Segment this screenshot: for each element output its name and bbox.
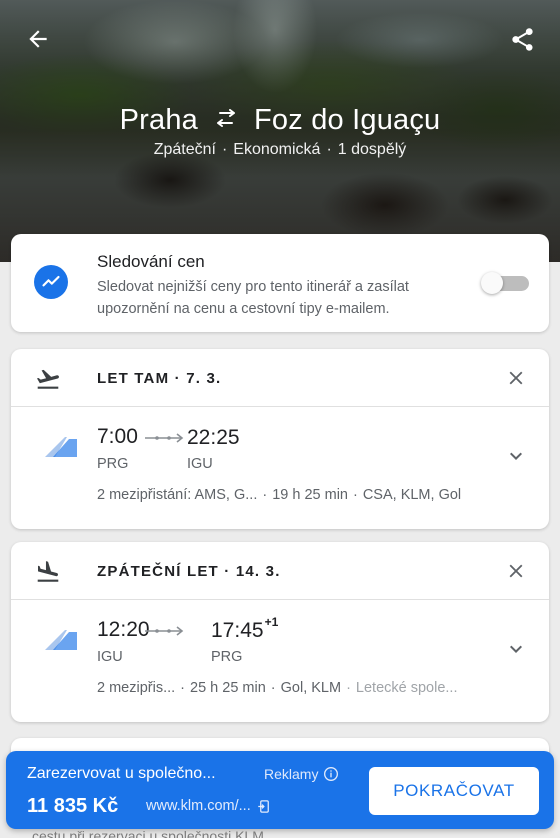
booking-footnote: cestu při rezervaci u společnosti KLM: [32, 828, 264, 838]
price-tracking-toggle[interactable]: [481, 272, 531, 294]
booking-label: Zarezervovat u společno...: [27, 765, 216, 782]
destination-city: Foz do Iguaçu: [254, 103, 441, 136]
share-button[interactable]: [500, 17, 544, 61]
outbound-stops: 2 mezipřistání: AMS, G...: [97, 487, 258, 503]
passenger-count: 1 dospělý: [337, 141, 407, 158]
outbound-title: LET TAM · 7. 3.: [97, 370, 222, 387]
share-icon: [511, 27, 533, 51]
trip-type: Zpáteční: [153, 141, 216, 158]
booking-site[interactable]: www.klm.com/...: [146, 798, 272, 814]
outbound-airlines: CSA, KLM, Gol: [362, 487, 462, 503]
takeoff-icon: [36, 369, 59, 389]
trending-icon-badge: [34, 265, 68, 299]
return-header: ZPÁTEČNÍ LET · 14. 3.: [11, 542, 549, 600]
flight-arrow-icon: [145, 433, 184, 443]
outbound-departure-airport: PRG: [97, 456, 129, 472]
return-departure-airport: IGU: [97, 649, 123, 665]
cabin-class: Ekonomická: [233, 141, 321, 158]
origin-city: Praha: [119, 103, 198, 136]
outbound-expand-button[interactable]: [501, 441, 531, 471]
return-flight-card: ZPÁTEČNÍ LET · 14. 3. 12:20 17:45+1 IGU …: [11, 542, 549, 722]
outbound-flight-card: LET TAM · 7. 3. 7:00 22:25 PRG IGU 2 mez…: [11, 349, 549, 529]
return-expand-button[interactable]: [501, 634, 531, 664]
return-title: ZPÁTEČNÍ LET · 14. 3.: [97, 563, 281, 580]
swap-arrows-icon: [217, 109, 235, 127]
arrow-left-icon: [29, 30, 47, 48]
return-arrival-time: 17:45+1: [211, 615, 279, 642]
outbound-departure-time: 7:00: [97, 425, 138, 448]
outbound-details: 2 mezipřistání: AMS, G... · 19 h 25 min · CS…: [97, 487, 462, 503]
price-tracking-title: Sledování cen: [97, 252, 205, 271]
trending-icon: [42, 275, 60, 287]
day-offset: +1: [264, 615, 279, 629]
return-stops: 2 mezipřis...: [97, 680, 176, 696]
landing-icon: [37, 561, 59, 582]
return-arrival-airport: PRG: [211, 649, 243, 665]
booking-price: 11 835 Kč: [27, 795, 119, 817]
price-tracking-card: Sledování cen Sledovat nejnižší ceny pro…: [11, 234, 549, 332]
return-airlines: Gol, KLM: [280, 680, 342, 696]
hero-image: Praha Foz do Iguaçu Zpáteční · Ekonomická ·…: [0, 0, 560, 262]
outbound-header: LET TAM · 7. 3.: [11, 349, 549, 407]
outbound-duration: 19 h 25 min: [272, 487, 348, 503]
price-tracking-description: Sledovat nejnižší ceny pro tento itinerá…: [97, 279, 409, 317]
continue-button[interactable]: POKRAČOVAT: [369, 767, 539, 815]
chevron-down-icon: [510, 645, 522, 653]
info-icon: [324, 767, 339, 781]
ads-label[interactable]: Reklamy: [264, 766, 339, 782]
booking-bar: Zarezervovat u společno... Reklamy 11 83…: [6, 751, 554, 829]
outbound-arrival-time: 22:25: [187, 426, 240, 449]
outbound-remove-button[interactable]: [501, 363, 531, 393]
return-duration: 25 h 25 min: [190, 680, 266, 696]
close-icon: [509, 564, 523, 578]
return-details: 2 mezipřis... · 25 h 25 min · Gol, KLM · Letec…: [97, 680, 458, 696]
external-link-icon: [257, 799, 269, 813]
route-title: Praha Foz do Iguaçu: [0, 98, 560, 142]
trip-summary: Zpáteční · Ekonomická · 1 dospělý: [153, 141, 407, 158]
chevron-down-icon: [510, 452, 522, 460]
airline-logo: [45, 630, 77, 650]
close-icon: [509, 371, 523, 385]
return-departure-time: 12:20: [97, 618, 150, 641]
back-button[interactable]: [16, 17, 60, 61]
outbound-arrival-airport: IGU: [187, 456, 213, 472]
toggle-knob: [481, 272, 503, 294]
return-remove-button[interactable]: [501, 556, 531, 586]
flight-arrow-icon: [145, 626, 184, 636]
airline-logo: [45, 437, 77, 457]
return-operator-note: Letecké spole...: [355, 680, 458, 696]
